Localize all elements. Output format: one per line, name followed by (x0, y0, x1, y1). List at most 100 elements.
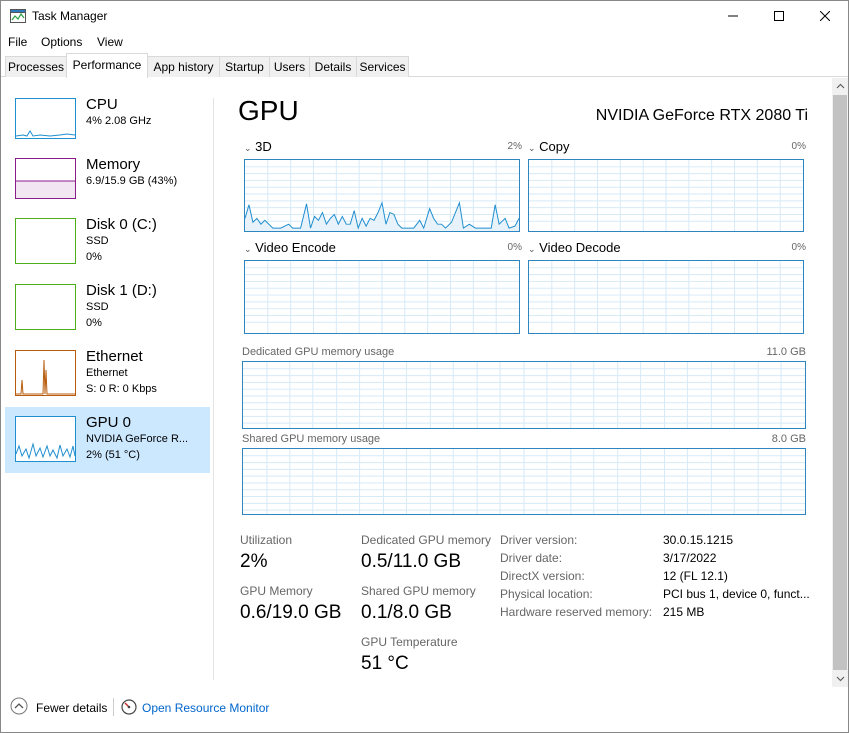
performance-content: CPU 4% 2.08 GHz Memory 6.9/15.9 GB (43%)… (1, 78, 848, 687)
sidebar-label-memory: Memory (86, 156, 141, 173)
gpu-temperature-value: 51 °C (361, 653, 409, 674)
engine-copy-label: Copy (539, 139, 570, 154)
dedicated-gpu-memory-value: 0.5/11.0 GB (361, 551, 461, 572)
close-icon (820, 11, 830, 21)
tab-users[interactable]: Users (269, 56, 310, 77)
tab-services[interactable]: Services (356, 56, 409, 77)
chevron-down-icon: ⌄ (244, 244, 252, 254)
dedicated-gpu-memory-label: Dedicated GPU memory (361, 533, 492, 547)
shared-memory-graph (242, 448, 806, 515)
sidebar-sub-gpu0-usage: 2% (51 °C) (86, 449, 140, 461)
menu-file[interactable]: File (8, 35, 27, 49)
hardware-reserved-memory-value: 215 MB (663, 605, 705, 619)
utilization-label: Utilization (240, 533, 293, 547)
sidebar-item-ethernet[interactable]: Ethernet Ethernet S: 0 R: 0 Kbps (5, 348, 210, 414)
footer-bar: Fewer details Open Resource Monitor (1, 687, 848, 733)
close-button[interactable] (802, 1, 848, 31)
fewer-details-link[interactable]: Fewer details (36, 701, 107, 715)
sidebar-item-gpu0[interactable]: GPU 0 NVIDIA GeForce R... 2% (51 °C) (5, 407, 210, 473)
shared-memory-max: 8.0 GB (771, 433, 806, 445)
sidebar-divider (213, 98, 214, 680)
chevron-down-icon: ⌄ (244, 143, 252, 153)
engine-3d-selector[interactable]: ⌄ 3D (244, 139, 272, 154)
dedicated-memory-label: Dedicated GPU memory usage (242, 346, 395, 358)
directx-version-label: DirectX version: (500, 569, 585, 583)
gpu-temperature-label: GPU Temperature (361, 635, 458, 649)
maximize-button[interactable] (756, 1, 802, 31)
gpu-detail-panel: GPU NVIDIA GeForce RTX 2080 Ti ⌄ 3D 2% ⌄… (215, 78, 832, 687)
resource-sidebar: CPU 4% 2.08 GHz Memory 6.9/15.9 GB (43%)… (5, 96, 211, 696)
sidebar-label-disk1: Disk 1 (D:) (86, 282, 157, 299)
menu-bar: File Options View (1, 32, 848, 52)
engine-video-decode-graph (528, 260, 804, 334)
driver-version-label: Driver version: (500, 533, 578, 547)
engine-3d-graph (244, 159, 520, 232)
sidebar-sub-memory: 6.9/15.9 GB (43%) (86, 175, 178, 187)
dedicated-memory-graph (242, 361, 806, 429)
tab-performance[interactable]: Performance (66, 53, 148, 78)
driver-version-value: 30.0.15.1215 (663, 533, 734, 547)
engine-video-decode-selector[interactable]: ⌄ Video Decode (528, 240, 621, 255)
engine-copy-selector[interactable]: ⌄ Copy (528, 139, 570, 154)
engine-video-encode-selector[interactable]: ⌄ Video Encode (244, 240, 336, 255)
title-bar: Task Manager (1, 1, 848, 32)
scroll-thumb[interactable] (833, 95, 847, 670)
sidebar-item-disk0[interactable]: Disk 0 (C:) SSD 0% (5, 216, 210, 282)
task-manager-window: Task Manager File Options View Processes… (0, 0, 849, 733)
driver-date-value: 3/17/2022 (663, 551, 717, 565)
chevron-down-icon: ⌄ (528, 143, 536, 153)
chevron-up-circle-icon[interactable] (10, 697, 28, 715)
sidebar-label-cpu: CPU (86, 96, 118, 113)
gpu0-thumbnail-graph (15, 416, 76, 462)
cpu-thumbnail-graph (15, 98, 76, 139)
maximize-icon (774, 11, 784, 21)
ethernet-thumbnail-graph (15, 350, 76, 396)
engine-video-decode-percent: 0% (791, 242, 806, 253)
engine-video-encode-percent: 0% (507, 242, 522, 253)
vertical-scrollbar[interactable] (832, 78, 848, 687)
resource-monitor-icon[interactable] (121, 699, 137, 715)
sidebar-item-memory[interactable]: Memory 6.9/15.9 GB (43%) (5, 156, 210, 222)
open-resource-monitor-link[interactable]: Open Resource Monitor (142, 701, 269, 715)
utilization-value: 2% (240, 551, 268, 572)
sidebar-label-gpu0: GPU 0 (86, 414, 132, 431)
menu-options[interactable]: Options (41, 35, 82, 49)
sidebar-sub-disk1-type: SSD (86, 301, 109, 313)
footer-divider (113, 698, 114, 716)
engine-copy-graph (528, 159, 804, 232)
tab-details[interactable]: Details (309, 56, 357, 77)
directx-version-value: 12 (FL 12.1) (663, 569, 728, 583)
memory-thumbnail-graph (15, 158, 76, 199)
page-title: GPU (238, 95, 299, 126)
dedicated-memory-max: 11.0 GB (766, 346, 806, 358)
hardware-reserved-memory-label: Hardware reserved memory: (500, 605, 653, 619)
sidebar-item-cpu[interactable]: CPU 4% 2.08 GHz (5, 96, 210, 162)
shared-gpu-memory-label: Shared GPU memory (361, 584, 476, 598)
physical-location-value: PCI bus 1, device 0, funct... (663, 587, 810, 601)
shared-memory-label: Shared GPU memory usage (242, 433, 381, 445)
gpu-memory-label: GPU Memory (240, 584, 313, 598)
disk1-thumbnail-graph (15, 284, 76, 330)
disk0-thumbnail-graph (15, 218, 76, 264)
tab-strip: Processes Performance App history Startu… (1, 53, 848, 78)
engine-video-decode-label: Video Decode (539, 240, 621, 255)
sidebar-sub-gpu0-model: NVIDIA GeForce R... (86, 433, 189, 445)
scroll-up-icon[interactable] (836, 82, 845, 91)
sidebar-item-disk1[interactable]: Disk 1 (D:) SSD 0% (5, 282, 210, 348)
gpu-model-name: NVIDIA GeForce RTX 2080 Ti (595, 107, 808, 124)
shared-gpu-memory-value: 0.1/8.0 GB (361, 602, 452, 623)
tab-startup[interactable]: Startup (219, 56, 270, 77)
sidebar-sub-ethernet-name: Ethernet (86, 367, 128, 379)
scroll-down-icon[interactable] (836, 674, 845, 683)
minimize-button[interactable] (710, 1, 756, 31)
tab-app-history[interactable]: App history (147, 56, 220, 77)
tab-processes[interactable]: Processes (5, 56, 67, 77)
engine-video-encode-label: Video Encode (255, 240, 336, 255)
menu-view[interactable]: View (97, 35, 123, 49)
physical-location-label: Physical location: (500, 587, 593, 601)
chevron-down-icon: ⌄ (528, 244, 536, 254)
minimize-icon (728, 15, 738, 17)
sidebar-sub-cpu: 4% 2.08 GHz (86, 115, 152, 127)
gpu-memory-value: 0.6/19.0 GB (240, 602, 342, 623)
sidebar-sub-disk1-usage: 0% (86, 317, 102, 329)
